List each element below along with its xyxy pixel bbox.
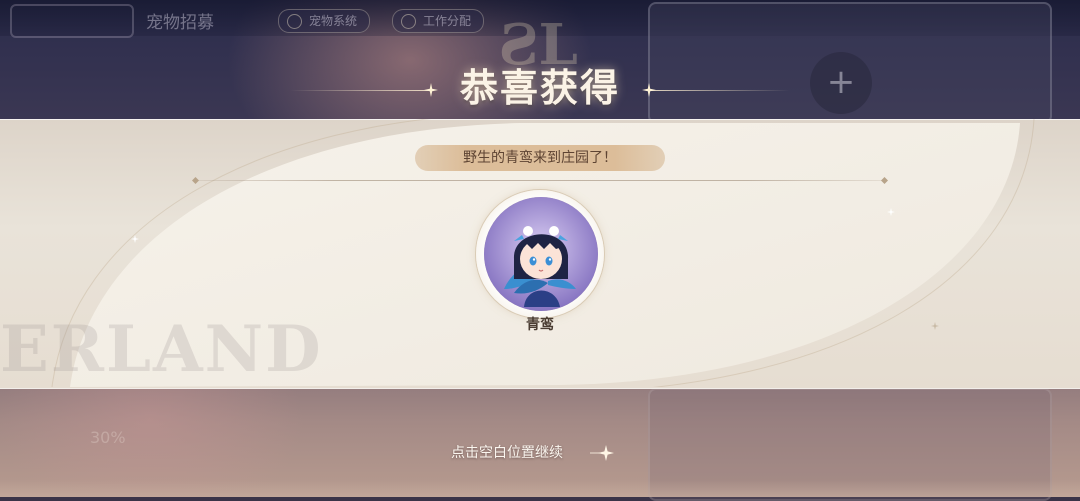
pet-name: 青鸾 bbox=[526, 317, 554, 333]
tab-pet-system: 宠物系统 bbox=[278, 9, 371, 33]
background-watermark: ERLAND bbox=[0, 312, 323, 387]
sparkle-icon bbox=[887, 208, 895, 216]
sparkle-icon bbox=[931, 322, 939, 330]
sparkle-arrow-icon bbox=[590, 445, 614, 461]
diamond-icon bbox=[192, 177, 199, 184]
tab-work-assignment-label: 工作分配 bbox=[423, 14, 472, 28]
continue-hint[interactable]: 点击空白位置继续 bbox=[420, 442, 660, 464]
background-page-title: 宠物招募 bbox=[146, 13, 214, 33]
diamond-icon bbox=[881, 177, 888, 184]
sparkle-icon bbox=[131, 235, 139, 243]
reward-message: 野生的青鸾来到庄园了！ bbox=[415, 145, 665, 171]
bottom-glow bbox=[0, 480, 1080, 497]
tab-pet-system-label: 宠物系统 bbox=[309, 14, 358, 28]
dialog-title: 恭喜获得 bbox=[459, 65, 620, 110]
tab-work-assignment: 工作分配 bbox=[392, 9, 485, 33]
back-button bbox=[10, 4, 134, 38]
background-stat: 30% bbox=[90, 428, 126, 447]
divider-line bbox=[196, 180, 884, 181]
continue-hint-label: 点击空白位置继续 bbox=[451, 445, 563, 461]
pet-portrait bbox=[484, 197, 598, 311]
